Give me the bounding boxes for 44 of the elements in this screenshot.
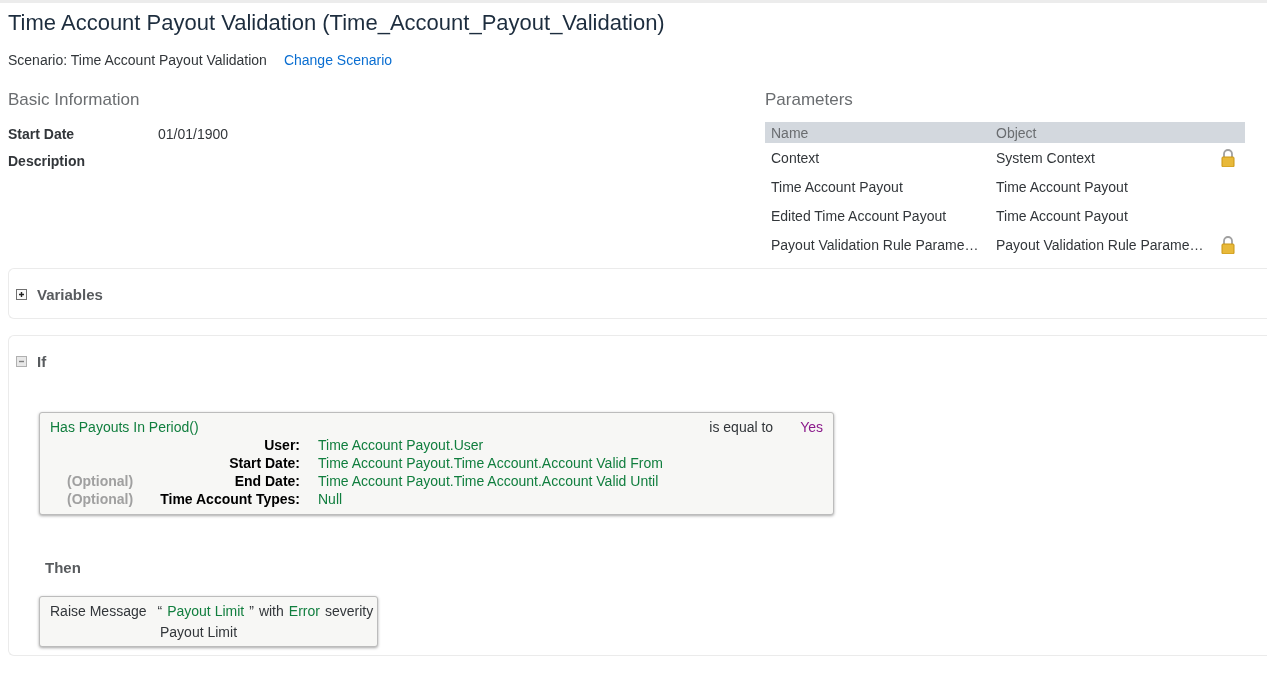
argument-label: End Date: (234, 472, 300, 490)
collapse-icon[interactable] (16, 355, 27, 367)
table-cell-text: Context (770, 149, 821, 166)
section-heading: Parameters (765, 90, 854, 110)
argument-label: Time Account Types: (160, 490, 300, 508)
message-detail: Payout Limit (160, 623, 238, 642)
argument-value: Time Account Payout.User (318, 437, 484, 453)
table-cell-text: System Context (995, 149, 1096, 166)
change-scenario-link[interactable]: Change Scenario (283, 52, 393, 68)
table-cell-text: Time Account Payout (995, 207, 1129, 224)
argument-value: Time Account Payout.Time Account.Account Valid From (318, 455, 663, 471)
argument-value: Null (318, 491, 343, 507)
argument-label: User: (264, 436, 300, 454)
field-label: Start Date (8, 126, 76, 143)
quote-mark: “ (157, 602, 163, 621)
table-cell-text: Time Account Payout (770, 178, 904, 195)
table-cell-text: Payout Validation Rule Parame… (770, 236, 980, 253)
message-text: Payout Limit (167, 602, 245, 621)
section-title: If (37, 352, 47, 370)
field-label: Description (8, 153, 86, 170)
severity-value: Error (288, 602, 320, 621)
field-value: 01/01/1900 (158, 126, 229, 143)
section-title: Variables (37, 285, 103, 303)
page-title: Time Account Payout Validation (Time_Account_Payout_Validation) (8, 10, 666, 36)
function-name: Has Payouts In Period() (50, 418, 199, 436)
scenario-label: Scenario: Time Account Payout Validation (8, 52, 267, 68)
table-cell-text: Payout Validation Rule Parame… (995, 236, 1205, 253)
connector-text: with (258, 602, 284, 621)
expand-icon[interactable] (16, 288, 27, 300)
optional-label: (Optional) (67, 472, 134, 490)
optional-label: (Optional) (67, 490, 134, 508)
connector-text: severity (324, 602, 374, 621)
argument-label: Start Date: (229, 454, 300, 472)
column-header: Object (995, 124, 1038, 141)
argument-value: Time Account Payout.Time Account.Account Valid Until (318, 473, 659, 489)
table-cell-text: Edited Time Account Payout (770, 207, 948, 224)
action-text: Raise Message (50, 602, 147, 621)
table-cell-text: Time Account Payout (995, 178, 1129, 195)
quote-mark: ” (249, 602, 254, 621)
column-header: Name (770, 124, 810, 141)
then-label: Then (45, 559, 82, 576)
section-heading: Basic Information (8, 90, 141, 110)
operator-text: is equal to (709, 418, 774, 436)
comparison-value: Yes (800, 418, 823, 436)
